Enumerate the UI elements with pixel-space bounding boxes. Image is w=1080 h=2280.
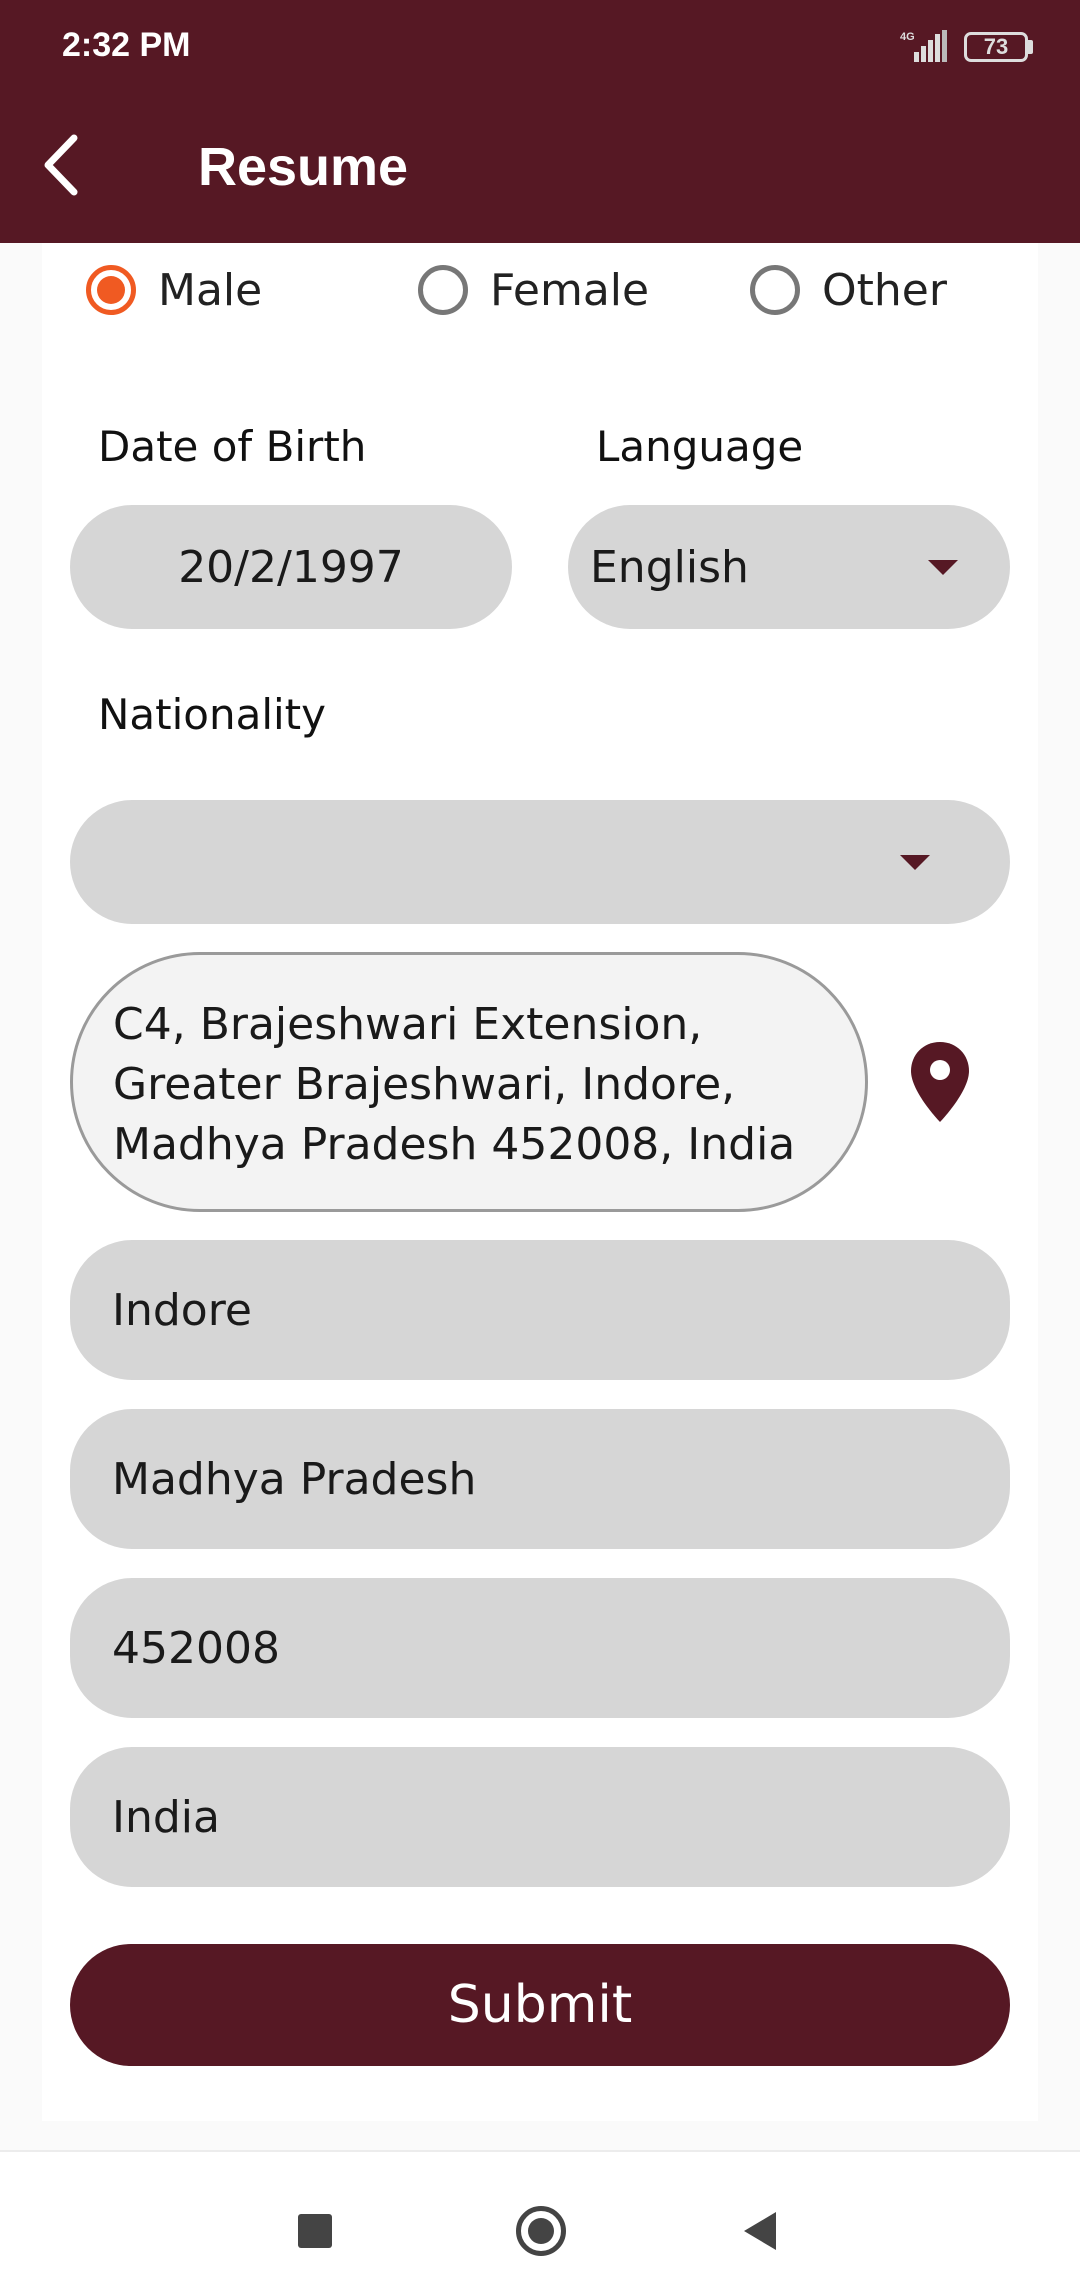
language-value: English	[590, 541, 749, 593]
battery-level: 73	[983, 34, 1009, 59]
submit-button[interactable]: Submit	[70, 1944, 1010, 2066]
country-value: India	[112, 1791, 220, 1843]
battery-tip	[1028, 40, 1033, 54]
app-bar: 2:32 PM 4G 73 Resume	[0, 0, 1080, 243]
state-field[interactable]: Madhya Pradesh	[70, 1409, 1010, 1549]
country-field[interactable]: India	[70, 1747, 1010, 1887]
pincode-value: 452008	[112, 1622, 280, 1674]
radio-unchecked-icon	[750, 265, 800, 315]
gender-radio-female[interactable]: Female	[418, 259, 649, 321]
radio-label-other: Other	[822, 264, 947, 316]
nav-back-icon[interactable]	[744, 2212, 776, 2250]
battery-icon: 73	[964, 32, 1028, 62]
map-pin-icon[interactable]	[908, 1040, 972, 1124]
chevron-left-icon[interactable]	[36, 130, 86, 200]
pincode-field[interactable]: 452008	[70, 1578, 1010, 1718]
gender-radio-male[interactable]: Male	[86, 259, 262, 321]
dob-label: Date of Birth	[98, 422, 367, 471]
radio-label-female: Female	[490, 264, 650, 316]
city-value: Indore	[112, 1284, 252, 1336]
gender-radio-other[interactable]: Other	[750, 259, 947, 321]
nationality-select[interactable]	[70, 800, 1010, 924]
dob-field[interactable]: 20/2/1997	[70, 505, 512, 629]
city-field[interactable]: Indore	[70, 1240, 1010, 1380]
resume-screen: 2:32 PM 4G 73 Resume Male Female Other D…	[0, 0, 1080, 2280]
nationality-label: Nationality	[98, 690, 327, 739]
radio-unchecked-icon	[418, 265, 468, 315]
radio-label-male: Male	[158, 264, 263, 316]
language-select[interactable]: English	[568, 505, 1010, 629]
status-time: 2:32 PM	[62, 26, 191, 64]
address-value: C4, Brajeshwari Extension, Greater Braje…	[113, 999, 796, 1170]
submit-label: Submit	[447, 1975, 633, 2035]
language-label: Language	[596, 422, 804, 471]
network-type-label: 4G	[900, 31, 915, 43]
page-title: Resume	[198, 137, 409, 197]
dropdown-arrow-icon	[928, 560, 958, 575]
state-value: Madhya Pradesh	[112, 1453, 477, 1505]
radio-checked-icon	[86, 265, 136, 315]
home-icon[interactable]	[516, 2206, 566, 2256]
address-field[interactable]: C4, Brajeshwari Extension, Greater Braje…	[70, 952, 868, 1212]
system-nav-bar	[0, 2150, 1080, 2280]
dropdown-arrow-icon	[900, 855, 930, 870]
signal-icon: 4G	[900, 30, 947, 62]
recents-icon[interactable]	[298, 2214, 332, 2248]
dob-value: 20/2/1997	[178, 541, 404, 593]
